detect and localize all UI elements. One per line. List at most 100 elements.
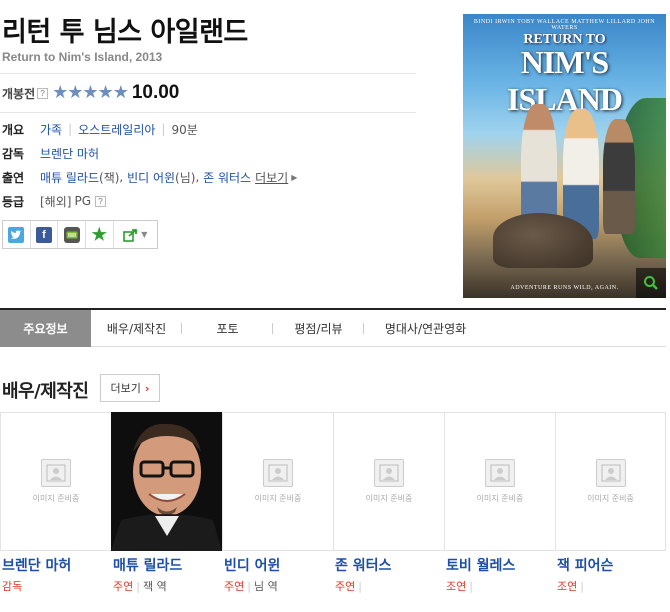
poster-actors: BINDI IRWIN TOBY WALLACE MATTHEW LILLARD… bbox=[473, 19, 656, 31]
cast-card[interactable]: 이미지 준비중 브렌단 마허 감독 bbox=[0, 412, 111, 594]
grade-region: [해외] bbox=[40, 194, 72, 209]
cast-card[interactable]: 이미지 준비중 빈디 어윈 주연 | 님 역 bbox=[222, 412, 333, 594]
image-placeholder-icon bbox=[595, 459, 626, 487]
cast-role-type: 감독 bbox=[2, 580, 23, 593]
cast-more-button[interactable]: 더보기 › bbox=[100, 374, 160, 402]
rating-stars: ★ ★ ★ ★ ★ bbox=[52, 82, 129, 103]
movie-poster[interactable]: BINDI IRWIN TOBY WALLACE MATTHEW LILLARD… bbox=[463, 14, 666, 298]
tab-label: 평점/리뷰 bbox=[294, 322, 343, 336]
cast-role-2: (님) bbox=[175, 170, 196, 185]
grade-value: PG bbox=[74, 194, 91, 208]
cast-name[interactable]: 빈디 어윈 bbox=[222, 555, 333, 575]
cast-name[interactable]: 브렌단 마허 bbox=[0, 555, 111, 575]
cast-role: 조연 | bbox=[555, 578, 666, 594]
overview-label: 개요 bbox=[2, 122, 25, 137]
star-icon: ★ bbox=[67, 82, 84, 103]
tab-cast-crew[interactable]: 배우/제작진 bbox=[91, 310, 182, 347]
tab-label: 명대사/연관영화 bbox=[384, 322, 467, 336]
genre-link[interactable]: 가족 bbox=[40, 121, 62, 138]
placeholder-text: 이미지 준비중 bbox=[32, 494, 80, 503]
cast-role: 주연 | 잭 역 bbox=[111, 578, 222, 594]
more-label: 더보기 bbox=[110, 382, 141, 395]
movie-subtitle: Return to Nim's Island, 2013 bbox=[2, 50, 163, 64]
runtime: 90분 bbox=[171, 122, 198, 137]
grade-label: 등급 bbox=[2, 194, 25, 209]
share-icon bbox=[123, 227, 139, 243]
cast-photo bbox=[111, 412, 222, 551]
cast-role-type: 주연 bbox=[224, 580, 245, 593]
cast-role-type: 조연 bbox=[557, 580, 578, 593]
placeholder-text: 이미지 준비중 bbox=[365, 494, 413, 503]
cast-link-2[interactable]: 빈디 어윈 bbox=[127, 169, 175, 186]
tab-quotes-related[interactable]: 명대사/연관영화 bbox=[364, 310, 487, 347]
facebook-icon: f bbox=[35, 226, 52, 243]
star-icon: ★ bbox=[112, 82, 129, 103]
director-row: 감독 브렌단 마허 bbox=[2, 145, 99, 161]
me2day-button[interactable] bbox=[58, 221, 86, 248]
cast-photo-placeholder: 이미지 준비중 bbox=[222, 412, 333, 551]
cast-card[interactable]: 매튜 릴라드 주연 | 잭 역 bbox=[111, 412, 222, 594]
overview-row: 개요 가족 | 오스트레일리아 | 90분 bbox=[2, 121, 198, 137]
cast-name[interactable]: 잭 피어슨 bbox=[555, 555, 666, 575]
rating-help-icon[interactable]: ? bbox=[37, 87, 49, 99]
chevron-down-icon: ▼ bbox=[141, 230, 148, 239]
placeholder-text: 이미지 준비중 bbox=[587, 494, 634, 503]
tab-bar: 주요정보 배우/제작진 포토 평점/리뷰 명대사/연관영화 bbox=[0, 310, 666, 347]
tab-reviews[interactable]: 평점/리뷰 bbox=[273, 310, 364, 347]
facebook-button[interactable]: f bbox=[31, 221, 59, 248]
cast-role-type: 조연 bbox=[446, 580, 467, 593]
cast-name[interactable]: 토비 월레스 bbox=[444, 555, 555, 575]
rating-label: 개봉전 bbox=[2, 86, 36, 101]
cast-role-type: 주연 bbox=[335, 580, 356, 593]
cast-list: 이미지 준비중 브렌단 마허 감독 매튜 릴라드 주연 | 잭 역 이미지 준비… bbox=[0, 412, 666, 594]
grade-help-icon[interactable]: ? bbox=[95, 195, 106, 207]
zoom-button[interactable] bbox=[636, 268, 666, 298]
cast-photo-placeholder: 이미지 준비중 bbox=[555, 412, 666, 551]
tab-label: 주요정보 bbox=[23, 322, 68, 336]
placeholder-text: 이미지 준비중 bbox=[254, 494, 302, 503]
cast-card[interactable]: 이미지 준비중 존 워터스 주연 | bbox=[333, 412, 444, 594]
image-placeholder-icon bbox=[374, 459, 404, 487]
cast-link-1[interactable]: 매튜 릴라드 bbox=[40, 169, 99, 186]
tab-main-info[interactable]: 주요정보 bbox=[0, 310, 91, 347]
cast-card[interactable]: 이미지 준비중 잭 피어슨 조연 | bbox=[555, 412, 666, 594]
image-placeholder-icon bbox=[263, 459, 293, 487]
separator: | bbox=[161, 122, 166, 136]
cast-character: 잭 역 bbox=[142, 580, 167, 593]
movie-title: 리턴 투 님스 아일랜드 bbox=[2, 17, 248, 48]
separator: | bbox=[68, 122, 73, 136]
cast-name[interactable]: 존 워터스 bbox=[333, 555, 444, 575]
me2day-icon bbox=[63, 226, 80, 243]
twitter-button[interactable] bbox=[3, 221, 31, 248]
director-link[interactable]: 브렌단 마허 bbox=[40, 145, 99, 162]
divider bbox=[0, 73, 416, 74]
separator: | bbox=[136, 580, 140, 593]
cast-label: 출연 bbox=[2, 170, 25, 185]
poster-figure bbox=[603, 119, 635, 234]
image-placeholder-icon bbox=[41, 459, 71, 487]
cast-role-1: (잭) bbox=[99, 170, 120, 185]
favorite-button[interactable]: ★ bbox=[86, 221, 114, 248]
cast-link-3[interactable]: 존 워터스 bbox=[203, 169, 251, 186]
cast-role: 주연 | 님 역 bbox=[222, 578, 333, 594]
cast-more-link[interactable]: 더보기 bbox=[255, 169, 288, 186]
cast-photo-placeholder: 이미지 준비중 bbox=[333, 412, 444, 551]
cast-role: 주연 | bbox=[333, 578, 444, 594]
rating-row: 개봉전 ? ★ ★ ★ ★ ★ 10.00 bbox=[2, 82, 179, 104]
director-label: 감독 bbox=[2, 146, 25, 161]
divider bbox=[0, 112, 416, 113]
cast-role: 조연 | bbox=[444, 578, 555, 594]
separator: | bbox=[247, 580, 251, 593]
triangle-right-icon: ▶ bbox=[291, 172, 298, 182]
comma: , bbox=[119, 170, 128, 184]
grade-row: 등급 [해외] PG ? bbox=[2, 193, 106, 209]
share-button[interactable]: ▼ bbox=[114, 221, 157, 248]
cast-card[interactable]: 이미지 준비중 토비 월레스 조연 | bbox=[444, 412, 555, 594]
twitter-icon bbox=[8, 226, 25, 243]
tab-photo[interactable]: 포토 bbox=[182, 310, 273, 347]
cast-name[interactable]: 매튜 릴라드 bbox=[111, 555, 222, 575]
cast-character: 님 역 bbox=[253, 580, 278, 593]
star-icon: ★ bbox=[82, 82, 99, 103]
favorite-star-icon: ★ bbox=[91, 224, 107, 244]
country-link[interactable]: 오스트레일리아 bbox=[78, 121, 155, 138]
